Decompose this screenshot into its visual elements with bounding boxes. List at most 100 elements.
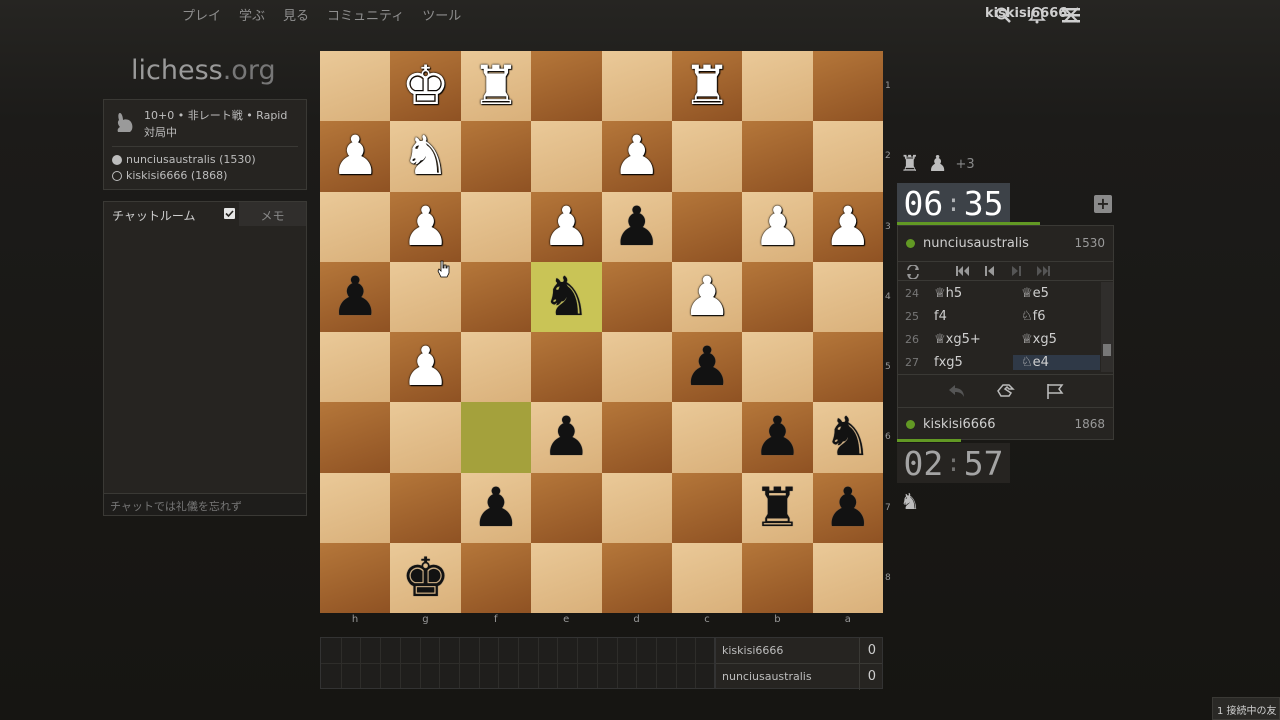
first-move-icon[interactable] bbox=[956, 265, 970, 277]
board-square[interactable] bbox=[671, 191, 743, 262]
board-square[interactable]: ♟ bbox=[742, 402, 813, 473]
white-rook-icon[interactable]: ♜ bbox=[683, 59, 731, 113]
board-square[interactable] bbox=[671, 121, 743, 192]
white-knight-icon[interactable]: ♞ bbox=[401, 129, 449, 183]
board-square[interactable] bbox=[531, 332, 602, 403]
board-square[interactable] bbox=[601, 472, 672, 543]
board-square[interactable] bbox=[531, 51, 602, 122]
board-square[interactable] bbox=[531, 472, 602, 543]
board-square[interactable]: ♟ bbox=[671, 332, 743, 403]
board-square[interactable] bbox=[531, 542, 602, 613]
board-square[interactable]: ♞ bbox=[812, 402, 883, 473]
board-square[interactable]: ♟ bbox=[460, 472, 532, 543]
black-move[interactable]: ♕e5 bbox=[1013, 286, 1100, 301]
board-square[interactable] bbox=[320, 542, 391, 613]
board-square-highlighted[interactable]: ♞ bbox=[531, 261, 602, 332]
board-square[interactable] bbox=[460, 332, 532, 403]
board-square[interactable]: ♜ bbox=[460, 51, 532, 122]
black-player[interactable]: kiskisi6666 (1868) bbox=[112, 169, 227, 182]
nav-tools[interactable]: ツール bbox=[422, 5, 461, 24]
hamburger-icon[interactable] bbox=[1062, 7, 1080, 23]
board-square[interactable] bbox=[742, 51, 813, 122]
white-pawn-icon[interactable]: ♟ bbox=[683, 269, 731, 324]
white-pawn-icon[interactable]: ♟ bbox=[331, 129, 379, 183]
board-square[interactable] bbox=[460, 261, 532, 332]
chat-toggle-checkbox[interactable] bbox=[224, 208, 235, 219]
board-square[interactable]: ♜ bbox=[742, 472, 813, 543]
takeback-icon[interactable] bbox=[947, 382, 967, 400]
offer-draw-icon[interactable] bbox=[995, 381, 1017, 401]
black-pawn-icon[interactable]: ♟ bbox=[331, 269, 379, 324]
board-square[interactable] bbox=[320, 472, 391, 543]
board-square[interactable]: ♜ bbox=[671, 51, 743, 122]
board-square[interactable] bbox=[671, 542, 743, 613]
board-square[interactable] bbox=[601, 332, 672, 403]
board-square[interactable] bbox=[531, 121, 602, 192]
board-square[interactable]: ♟ bbox=[531, 191, 602, 262]
board-square[interactable]: ♟ bbox=[812, 191, 883, 262]
board-square[interactable] bbox=[742, 542, 813, 613]
board-square[interactable]: ♟ bbox=[601, 121, 672, 192]
board-square[interactable] bbox=[460, 121, 532, 192]
player-name[interactable]: kiskisi6666 bbox=[923, 417, 996, 432]
player-row[interactable]: kiskisi6666 1868 bbox=[898, 409, 1113, 439]
board-square[interactable] bbox=[601, 542, 672, 613]
board-square[interactable] bbox=[390, 472, 461, 543]
black-move[interactable]: ♕xg5 bbox=[1013, 332, 1100, 347]
nav-play[interactable]: プレイ bbox=[182, 5, 221, 24]
board-square[interactable]: ♟ bbox=[601, 191, 672, 262]
board-square[interactable] bbox=[320, 402, 391, 473]
black-knight-icon[interactable]: ♞ bbox=[542, 269, 590, 324]
nav-community[interactable]: コミュニティ bbox=[327, 5, 404, 24]
board-square[interactable] bbox=[601, 261, 672, 332]
black-king-icon[interactable]: ♚ bbox=[401, 550, 449, 605]
chat-input[interactable]: チャットでは礼儀を忘れず bbox=[104, 493, 306, 515]
board-square[interactable]: ♟ bbox=[320, 121, 391, 192]
board-square[interactable] bbox=[460, 191, 532, 262]
black-pawn-icon[interactable]: ♟ bbox=[824, 480, 872, 535]
board-square-highlighted[interactable] bbox=[460, 402, 532, 473]
nav-learn[interactable]: 学ぶ bbox=[239, 5, 265, 24]
white-move[interactable]: ♕h5 bbox=[926, 286, 1013, 301]
white-pawn-icon[interactable]: ♟ bbox=[401, 340, 449, 394]
move-list[interactable]: 24 ♕h5 ♕e5 25 f4 ♘f6 26 ♕xg5+ ♕xg5 27 fxg5 ♘e4 bbox=[898, 282, 1101, 372]
board-square[interactable] bbox=[671, 472, 743, 543]
white-pawn-icon[interactable]: ♟ bbox=[401, 199, 449, 254]
black-pawn-icon[interactable]: ♟ bbox=[472, 480, 520, 535]
tab-chat[interactable]: チャットルーム bbox=[104, 202, 239, 226]
board-square[interactable] bbox=[320, 332, 391, 403]
site-logo[interactable]: lichess.org bbox=[131, 55, 276, 86]
board-square[interactable]: ♟ bbox=[320, 261, 391, 332]
opponent-name[interactable]: nunciusaustralis bbox=[923, 236, 1029, 251]
nav-watch[interactable]: 見る bbox=[283, 5, 309, 24]
board-square[interactable] bbox=[601, 51, 672, 122]
friends-online-button[interactable]: 1 接続中の友 bbox=[1212, 697, 1280, 720]
white-king-icon[interactable]: ♚ bbox=[401, 59, 449, 113]
next-move-icon[interactable] bbox=[1010, 265, 1022, 277]
black-knight-icon[interactable]: ♞ bbox=[824, 410, 872, 464]
scrollbar-thumb[interactable] bbox=[1103, 344, 1111, 356]
tab-note[interactable]: メモ bbox=[239, 202, 306, 226]
board-square[interactable] bbox=[812, 121, 883, 192]
board-square[interactable] bbox=[390, 402, 461, 473]
last-move-icon[interactable] bbox=[1036, 265, 1050, 277]
board-square[interactable]: ♟ bbox=[390, 332, 461, 403]
board-square[interactable] bbox=[742, 332, 813, 403]
board-square[interactable] bbox=[320, 51, 391, 122]
board-square[interactable]: ♚ bbox=[390, 542, 461, 613]
board-square[interactable] bbox=[812, 542, 883, 613]
board-square[interactable]: ♟ bbox=[671, 261, 743, 332]
add-time-button[interactable]: + bbox=[1094, 195, 1112, 213]
white-pawn-icon[interactable]: ♟ bbox=[542, 199, 590, 254]
white-pawn-icon[interactable]: ♟ bbox=[824, 199, 872, 254]
board-square[interactable] bbox=[320, 191, 391, 262]
board-square[interactable]: ♟ bbox=[531, 402, 602, 473]
black-pawn-icon[interactable]: ♟ bbox=[542, 410, 590, 464]
board-square[interactable]: ♞ bbox=[390, 121, 461, 192]
opponent-row[interactable]: nunciusaustralis 1530 bbox=[898, 228, 1113, 258]
board-square[interactable] bbox=[601, 402, 672, 473]
black-move[interactable]: ♘e4 bbox=[1013, 355, 1100, 370]
prev-move-icon[interactable] bbox=[984, 265, 996, 277]
board-square[interactable] bbox=[460, 542, 532, 613]
board-square[interactable] bbox=[671, 402, 743, 473]
